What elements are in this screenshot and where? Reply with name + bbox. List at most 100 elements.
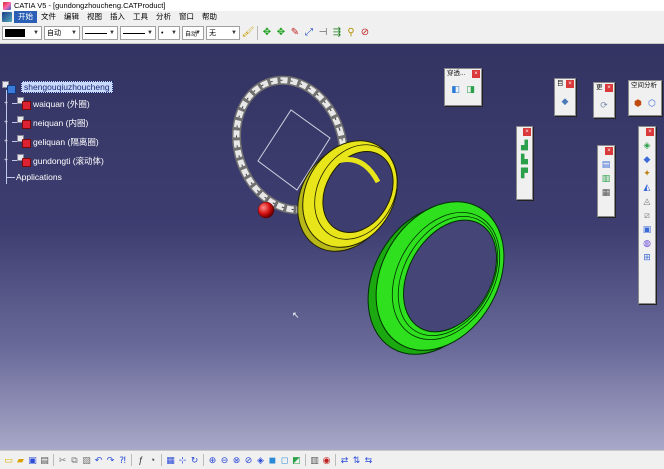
swap-icon[interactable]: ◩ (291, 455, 302, 466)
move-icon[interactable]: ▙ (519, 153, 531, 165)
render-icon[interactable]: ▥ (309, 455, 320, 466)
constraint-icon[interactable]: ⚲ (345, 27, 357, 39)
snap-icon[interactable]: ▛ (519, 167, 531, 179)
close-icon[interactable]: × (523, 128, 531, 136)
cut-icon[interactable]: ✂ (57, 455, 68, 466)
print-icon[interactable]: ▤ (39, 455, 50, 466)
menu-file[interactable]: 文件 (37, 11, 60, 23)
palette-clean[interactable]: 目 × ◆ (554, 78, 576, 116)
paint-icon[interactable]: 🖌 (242, 27, 255, 39)
bottom-toolbar: ▭ ▰ ▣ ▤ ✂ ⧉ ▧ ↶ ↷ ⁈ ƒ ◔ ▦ ⊹ ↻ ⊕ ⊖ ⊗ ⊘ ◈ … (0, 450, 664, 469)
new-icon[interactable]: ▭ (3, 455, 14, 466)
tool-icon[interactable]: ◬ (641, 195, 653, 207)
fit-all-icon[interactable]: ⊗ (231, 455, 242, 466)
undo-icon[interactable]: ↶ (93, 455, 104, 466)
menu-start[interactable]: 开始 (14, 11, 37, 23)
chevron-down-icon: ▼ (171, 30, 177, 36)
eraser-icon[interactable]: ◆ (559, 95, 571, 107)
menu-bar: 开始 文件 编辑 视图 插入 工具 分析 窗口 帮助 (0, 11, 664, 23)
catalog-icon[interactable]: ▤ (600, 158, 612, 170)
palette-tools[interactable]: × ◈ ◆ ✦ ◭ ◬ ⧄ ▣ ◍ ⊞ (638, 126, 656, 304)
tool-icon[interactable]: ✦ (641, 167, 653, 179)
tool-icon[interactable]: ◆ (641, 153, 653, 165)
menu-edit[interactable]: 编辑 (60, 11, 83, 23)
menu-window[interactable]: 窗口 (175, 11, 198, 23)
compass-move-icon[interactable]: ✥ (261, 27, 273, 39)
palette-title: 更 (596, 84, 603, 91)
scene-icon[interactable]: ▦ (600, 186, 612, 198)
close-icon[interactable]: × (646, 128, 654, 136)
linetype-select[interactable]: ▼ (82, 26, 118, 40)
pan-icon[interactable]: ⊹ (177, 455, 188, 466)
thickness-select[interactable]: ▼ (120, 26, 156, 40)
open-icon[interactable]: ▰ (15, 455, 26, 466)
menu-help[interactable]: 帮助 (198, 11, 221, 23)
measure-icon[interactable]: ⬡ (646, 97, 658, 109)
menu-view[interactable]: 视图 (83, 11, 106, 23)
edit-icon[interactable]: ✎ (289, 27, 301, 39)
palette-assembly[interactable]: × ▟ ▙ ▛ (516, 126, 533, 200)
analysis-icon[interactable]: ⇅ (351, 455, 362, 466)
tool-icon[interactable]: ⊞ (641, 251, 653, 263)
tool-icon[interactable]: ◍ (641, 237, 653, 249)
close-icon[interactable]: × (566, 80, 574, 88)
transparency-select[interactable]: 自动 ▼ (44, 26, 80, 40)
section-view-icon[interactable]: ◨ (465, 83, 477, 95)
ball-gundongti[interactable] (257, 201, 275, 219)
menu-insert[interactable]: 插入 (106, 11, 129, 23)
toolbar-separator (53, 454, 54, 466)
zoom-in-icon[interactable]: ⊕ (207, 455, 218, 466)
shading-icon[interactable]: ◼ (267, 455, 278, 466)
section-icon[interactable]: ◧ (450, 83, 462, 95)
point-select[interactable]: • ▼ (158, 26, 180, 40)
compass-move-icon[interactable]: ✥ (275, 27, 287, 39)
comment-icon[interactable]: ◔ (147, 455, 158, 466)
linetype-sample (85, 32, 107, 34)
manipulate-icon[interactable]: ⤢ (303, 27, 315, 39)
close-icon[interactable]: × (605, 147, 613, 155)
paste-icon[interactable]: ▧ (81, 455, 92, 466)
palette-update[interactable]: 更 × ⟳ (593, 82, 615, 118)
close-icon[interactable]: × (605, 84, 613, 92)
tool-icon[interactable]: ◈ (641, 139, 653, 151)
material-icon[interactable]: ◉ (321, 455, 332, 466)
save-icon[interactable]: ▣ (27, 455, 38, 466)
catia-logo-icon (3, 1, 11, 10)
snap-icon[interactable]: ⊣ (317, 27, 329, 39)
rotate-icon[interactable]: ↻ (189, 455, 200, 466)
layer-select[interactable]: 自动 ▼ (182, 26, 204, 40)
help-icon[interactable]: ⁈ (117, 455, 128, 466)
palette-catalog[interactable]: × ▤ ▥ ▦ (597, 145, 615, 217)
menu-tools[interactable]: 工具 (129, 11, 152, 23)
palette-section[interactable]: 穿透... × ◧ ◨ (444, 68, 482, 106)
redo-icon[interactable]: ↷ (105, 455, 116, 466)
copy-icon[interactable]: ⧉ (69, 455, 80, 466)
bom-icon[interactable]: ▥ (600, 172, 612, 184)
clash-icon[interactable]: ⬢ (632, 97, 644, 109)
color-select[interactable]: ▼ (2, 26, 42, 40)
tool-icon[interactable]: ◭ (641, 181, 653, 193)
analysis-icon[interactable]: ⇆ (363, 455, 374, 466)
toolbar-separator (203, 454, 204, 466)
filter-select[interactable]: 无 ▼ (206, 26, 240, 40)
title-bar: CATIA V5 - [gundongzhoucheng.CATProduct] (0, 0, 664, 11)
iso-view-icon[interactable]: ◈ (255, 455, 266, 466)
explode-icon[interactable]: ⇶ (331, 27, 343, 39)
normal-view-icon[interactable]: ⊘ (243, 455, 254, 466)
tool-icon[interactable]: ⧄ (641, 209, 653, 221)
hide-icon[interactable]: ◻ (279, 455, 290, 466)
assembly-icon[interactable]: ▟ (519, 139, 531, 151)
3d-viewport[interactable]: shengouqiuzhoucheng + waiquan (外圈) + nei… (0, 44, 664, 450)
stop-manipulate-icon[interactable]: ⊘ (359, 27, 371, 39)
analysis-icon[interactable]: ⇄ (339, 455, 350, 466)
zoom-out-icon[interactable]: ⊖ (219, 455, 230, 466)
close-icon[interactable]: × (472, 70, 480, 78)
palette-title: 目 (557, 80, 564, 87)
update-icon[interactable]: ⟳ (598, 99, 610, 111)
catia-menu-icon[interactable] (2, 12, 12, 22)
view-icon[interactable]: ▦ (165, 455, 176, 466)
menu-analyze[interactable]: 分析 (152, 11, 175, 23)
fx-icon[interactable]: ƒ (135, 455, 146, 466)
palette-space-analysis[interactable]: 空间分析 ⬢ ⬡ (628, 80, 662, 116)
tool-icon[interactable]: ▣ (641, 223, 653, 235)
